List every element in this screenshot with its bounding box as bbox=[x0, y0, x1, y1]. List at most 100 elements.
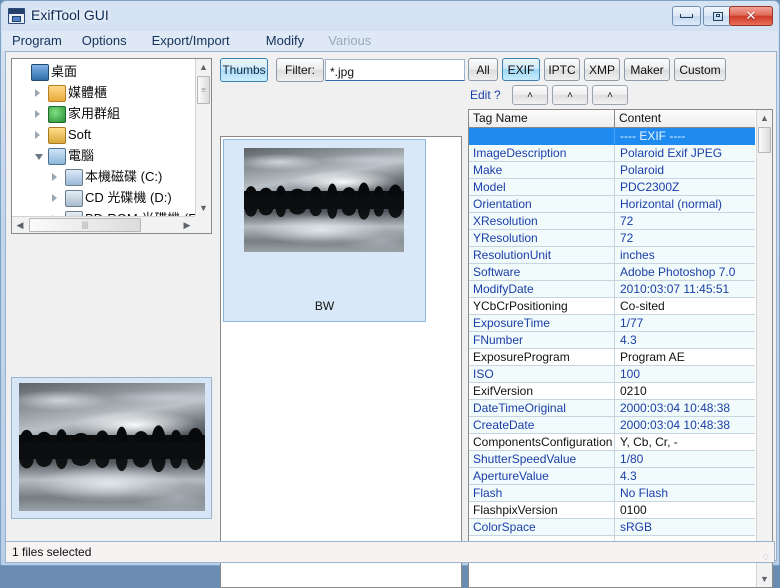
tree-scroll-up-arrow[interactable]: ▲ bbox=[196, 59, 211, 75]
tab-exif[interactable]: EXIF bbox=[502, 58, 540, 81]
tree-horizontal-scrollbar[interactable]: ◀ ||| ▶ bbox=[12, 216, 195, 233]
edit-label: Edit ? bbox=[470, 88, 501, 102]
metadata-content: Polaroid Exif JPEG bbox=[620, 146, 723, 160]
tree-scroll-right-arrow[interactable]: ▶ bbox=[179, 217, 195, 233]
metadata-row[interactable]: ExposureProgram Program AE bbox=[469, 349, 755, 366]
minimize-button[interactable] bbox=[672, 6, 701, 26]
tree-node-label: CD 光碟機 (D:) bbox=[85, 190, 172, 205]
menu-item-export-import[interactable]: Export/Import bbox=[148, 33, 234, 49]
tree-expander-closed-icon[interactable] bbox=[52, 194, 57, 202]
tree-expander-open-icon[interactable] bbox=[35, 154, 43, 160]
optical-drive-icon bbox=[65, 190, 83, 207]
metadata-row[interactable]: ColorSpace sRGB bbox=[469, 519, 755, 536]
tab-xmp[interactable]: XMP bbox=[584, 58, 620, 81]
tree-node-label: 電腦 bbox=[68, 148, 95, 163]
metadata-row[interactable]: ComponentsConfiguration Y, Cb, Cr, - bbox=[469, 434, 755, 451]
filter-input[interactable] bbox=[325, 59, 465, 81]
metadata-row[interactable]: ShutterSpeedValue 1/80 bbox=[469, 451, 755, 468]
tree-expander-closed-icon[interactable] bbox=[35, 89, 40, 97]
maximize-button[interactable] bbox=[703, 6, 732, 26]
caret-up-2-button[interactable]: ˄ bbox=[552, 85, 588, 105]
caret-up-3-button[interactable]: ˄ bbox=[592, 85, 628, 105]
tree-node[interactable]: 桌面 bbox=[12, 61, 195, 82]
metadata-row[interactable]: ApertureValue 4.3 bbox=[469, 468, 755, 485]
metadata-row[interactable]: ExposureTime 1/77 bbox=[469, 315, 755, 332]
menu-item-modify[interactable]: Modify bbox=[262, 33, 308, 49]
metadata-row[interactable]: ResolutionUnit inches bbox=[469, 247, 755, 264]
filter-button[interactable]: Filter: bbox=[276, 58, 324, 82]
metadata-vertical-scrollbar[interactable]: ▲ ▼ bbox=[756, 110, 772, 587]
metadata-scroll-up-arrow[interactable]: ▲ bbox=[757, 110, 772, 126]
metadata-tag-name: ShutterSpeedValue bbox=[469, 451, 615, 467]
tree-vertical-scroll-thumb[interactable]: ≡ bbox=[197, 76, 210, 104]
menu-item-options[interactable]: Options bbox=[78, 33, 131, 49]
column-header-content[interactable]: Content bbox=[615, 110, 755, 127]
tree-scroll-left-arrow[interactable]: ◀ bbox=[12, 217, 28, 233]
metadata-row[interactable]: FNumber 4.3 bbox=[469, 332, 755, 349]
metadata-vertical-scroll-thumb[interactable] bbox=[758, 127, 771, 153]
menu-item-program[interactable]: Program bbox=[8, 33, 66, 49]
tree-horizontal-scroll-thumb[interactable]: ||| bbox=[29, 218, 141, 232]
caret-up-1-button[interactable]: ˄ bbox=[512, 85, 548, 105]
thumbnail-item[interactable]: BW bbox=[223, 139, 426, 322]
tree-node-label: 本機磁碟 (C:) bbox=[85, 169, 163, 184]
tree-node[interactable]: 電腦 bbox=[12, 145, 195, 166]
tree-node[interactable]: 家用群組 bbox=[12, 103, 195, 124]
column-header-tag-name[interactable]: Tag Name bbox=[469, 110, 615, 127]
metadata-panel[interactable]: Tag Name Content ---- EXIF ---- ImageDesc… bbox=[468, 109, 773, 588]
metadata-row[interactable]: XResolution 72 bbox=[469, 213, 755, 230]
metadata-row[interactable]: Orientation Horizontal (normal) bbox=[469, 196, 755, 213]
tree-expander-closed-icon[interactable] bbox=[52, 173, 57, 181]
tree-node[interactable]: Soft bbox=[12, 124, 195, 145]
tree-node-label: 媒體櫃 bbox=[68, 85, 108, 100]
metadata-tag-name: DateTimeOriginal bbox=[469, 400, 615, 416]
tab-iptc[interactable]: IPTC bbox=[544, 58, 580, 81]
metadata-content: 1/77 bbox=[620, 316, 644, 330]
metadata-row[interactable]: ExifVersion 0210 bbox=[469, 383, 755, 400]
metadata-row[interactable]: FlashpixVersion 0100 bbox=[469, 502, 755, 519]
folder-tree-panel[interactable]: 桌面媒體櫃家用群組Soft電腦本機磁碟 (C:)CD 光碟機 (D:)BD-RO… bbox=[11, 58, 212, 234]
metadata-row[interactable]: YCbCrPositioning Co-sited bbox=[469, 298, 755, 315]
metadata-tag-name: ISO bbox=[469, 366, 615, 382]
metadata-row[interactable]: ---- EXIF ---- bbox=[469, 128, 755, 145]
metadata-row[interactable]: CreateDate 2000:03:04 10:48:38 bbox=[469, 417, 755, 434]
tree-node-label: 家用群組 bbox=[68, 106, 121, 121]
metadata-row[interactable]: Software Adobe Photoshop 7.0 bbox=[469, 264, 755, 281]
metadata-header-row: Tag Name Content bbox=[469, 110, 755, 128]
menu-item-various: Various bbox=[328, 33, 372, 48]
tree-vertical-scrollbar[interactable]: ▲ ≡ ▼ bbox=[195, 59, 211, 216]
edit-row: Edit ? ˄ ˄ ˄ bbox=[468, 85, 773, 107]
tree-expander-closed-icon[interactable] bbox=[35, 131, 40, 139]
tree-scroll-down-arrow[interactable]: ▼ bbox=[196, 200, 211, 216]
metadata-row[interactable]: Make Polaroid bbox=[469, 162, 755, 179]
tree-expander-closed-icon[interactable] bbox=[35, 110, 40, 118]
image-preview-panel[interactable] bbox=[11, 377, 212, 519]
metadata-tag-name: YCbCrPositioning bbox=[469, 298, 615, 314]
close-button[interactable]: ✕ bbox=[729, 6, 773, 26]
metadata-row[interactable]: ModifyDate 2010:03:07 11:45:51 bbox=[469, 281, 755, 298]
tab-custom[interactable]: Custom bbox=[674, 58, 726, 81]
metadata-row[interactable]: Model PDC2300Z bbox=[469, 179, 755, 196]
metadata-row[interactable]: DateTimeOriginal 2000:03:04 10:48:38 bbox=[469, 400, 755, 417]
metadata-content: 1/80 bbox=[620, 452, 644, 466]
metadata-content: 2010:03:07 11:45:51 bbox=[620, 282, 730, 296]
tab-all[interactable]: All bbox=[468, 58, 498, 81]
computer-icon bbox=[48, 148, 66, 165]
metadata-row[interactable]: ISO 100 bbox=[469, 366, 755, 383]
metadata-row[interactable]: YResolution 72 bbox=[469, 230, 755, 247]
tab-maker[interactable]: Maker bbox=[624, 58, 670, 81]
tree-node[interactable]: CD 光碟機 (D:) bbox=[12, 187, 195, 208]
metadata-row[interactable]: Flash No Flash bbox=[469, 485, 755, 502]
resize-grip-icon[interactable]: ♢ bbox=[762, 553, 770, 562]
user-folder-icon bbox=[48, 127, 66, 144]
thumbnails-panel[interactable]: BW bbox=[220, 136, 462, 588]
menu-bar: Program Options Export/Import Modify Various bbox=[2, 31, 778, 51]
application-window: ExifTool GUI ✕ Program Options Export/Impo… bbox=[0, 0, 780, 588]
metadata-tag-name: ImageDescription bbox=[469, 145, 615, 161]
tree-node[interactable]: 本機磁碟 (C:) bbox=[12, 166, 195, 187]
tree-node[interactable]: 媒體櫃 bbox=[12, 82, 195, 103]
metadata-row[interactable]: ImageDescription Polaroid Exif JPEG bbox=[469, 145, 755, 162]
metadata-tag-name: Orientation bbox=[469, 196, 615, 212]
thumbs-button[interactable]: Thumbs bbox=[220, 58, 268, 82]
metadata-scroll-down-arrow[interactable]: ▼ bbox=[757, 571, 772, 587]
